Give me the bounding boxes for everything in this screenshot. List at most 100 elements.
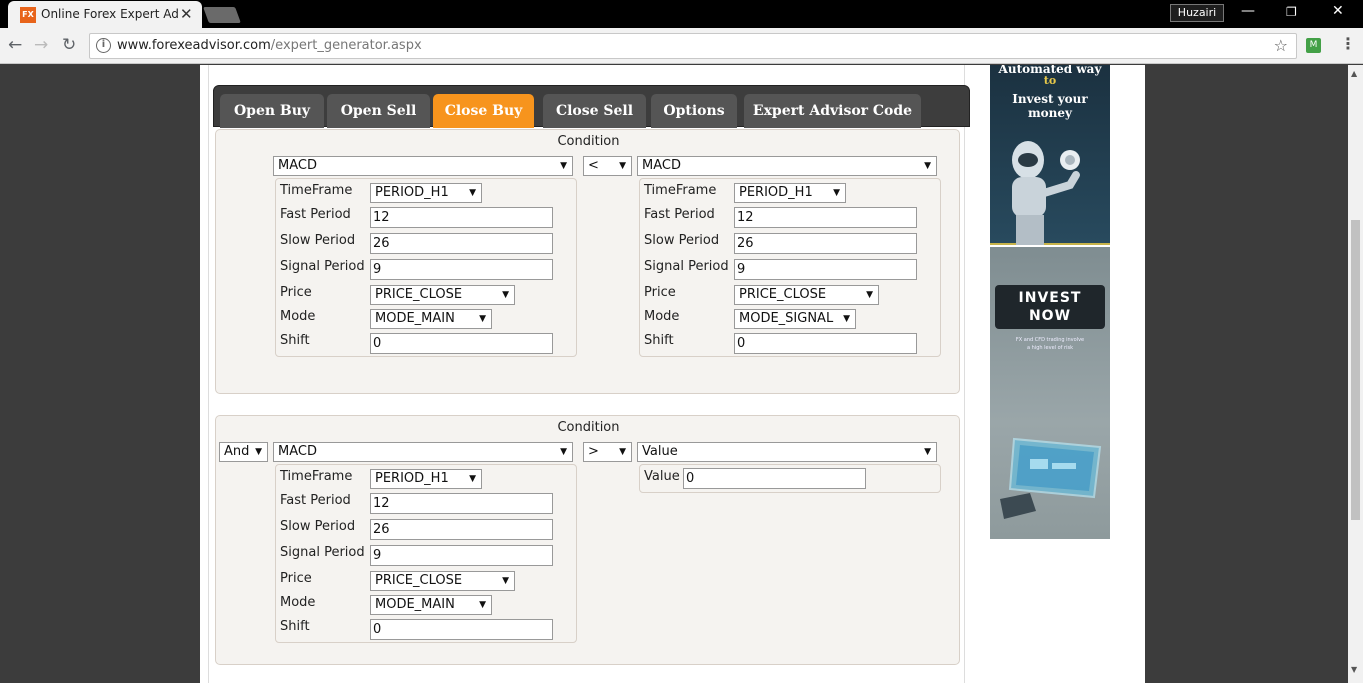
signal-period-input[interactable]: 9 bbox=[370, 545, 553, 566]
fast-period-input[interactable]: 12 bbox=[734, 207, 917, 228]
condition-panel-1: Condition MACD ▼ < ▼ MACD ▼ TimeFrame PERIO… bbox=[215, 129, 960, 394]
timeframe-select[interactable]: PERIOD_H1 ▼ bbox=[370, 469, 482, 489]
page-content: Open Buy Open Sell Close Buy Close Sell … bbox=[200, 65, 1145, 683]
scroll-down-icon[interactable]: ▼ bbox=[1351, 665, 1357, 674]
new-tab-button[interactable] bbox=[203, 7, 241, 23]
browser-title-bar: FX Online Forex Expert Advi ✕ Huzairi — … bbox=[0, 0, 1363, 28]
signal-period-label: Signal Period bbox=[644, 259, 729, 274]
shift-input[interactable]: 0 bbox=[734, 333, 917, 354]
forward-icon[interactable]: → bbox=[34, 35, 48, 55]
price-select[interactable]: PRICE_CLOSE ▼ bbox=[734, 285, 879, 305]
tab-options[interactable]: Options bbox=[651, 94, 737, 128]
robot-icon bbox=[1012, 141, 1080, 245]
invest-now-button[interactable]: INVEST NOW bbox=[995, 285, 1105, 329]
right-indicator-select[interactable]: MACD ▼ bbox=[637, 156, 937, 176]
right-value-box: Value 0 bbox=[639, 464, 941, 493]
profile-button[interactable]: Huzairi bbox=[1170, 4, 1224, 22]
signal-period-label: Signal Period bbox=[280, 259, 365, 274]
timeframe-select[interactable]: PERIOD_H1 ▼ bbox=[734, 183, 846, 203]
favicon-icon: FX bbox=[20, 7, 36, 23]
condition-title: Condition bbox=[557, 420, 620, 435]
logic-select[interactable]: And ▼ bbox=[219, 442, 268, 462]
timeframe-label: TimeFrame bbox=[280, 469, 353, 484]
reload-icon[interactable]: ↻ bbox=[62, 35, 76, 55]
slow-period-label: Slow Period bbox=[644, 233, 720, 248]
mode-label: Mode bbox=[644, 309, 680, 324]
ad-banner-bottom[interactable]: INVEST NOW FX and CFD trading involve a hi… bbox=[990, 247, 1110, 539]
price-select[interactable]: PRICE_CLOSE ▼ bbox=[370, 285, 515, 305]
shift-label: Shift bbox=[280, 333, 310, 348]
slow-period-input[interactable]: 26 bbox=[370, 519, 553, 540]
left-indicator-select[interactable]: MACD ▼ bbox=[273, 156, 573, 176]
slow-period-input[interactable]: 26 bbox=[370, 233, 553, 254]
operator-select[interactable]: > ▼ bbox=[583, 442, 632, 462]
sidebar-ad[interactable]: Automated way to Invest your money INVES… bbox=[990, 65, 1110, 539]
shift-label: Shift bbox=[280, 619, 310, 634]
scroll-up-icon[interactable]: ▲ bbox=[1351, 69, 1357, 78]
right-indicator-select[interactable]: Value ▼ bbox=[637, 442, 937, 462]
fast-period-label: Fast Period bbox=[280, 493, 351, 508]
close-window-icon[interactable]: ✕ bbox=[1332, 3, 1344, 19]
tab-expert-advisor-code[interactable]: Expert Advisor Code bbox=[744, 94, 921, 128]
tab-close-icon[interactable]: ✕ bbox=[180, 5, 193, 23]
mode-select[interactable]: MODE_MAIN ▼ bbox=[370, 309, 492, 329]
timeframe-label: TimeFrame bbox=[644, 183, 717, 198]
generator-tabs: Open Buy Open Sell Close Buy Close Sell … bbox=[213, 85, 970, 128]
left-indicator-select[interactable]: MACD ▼ bbox=[273, 442, 573, 462]
scrollbar-thumb[interactable] bbox=[1351, 220, 1360, 520]
browser-tab[interactable]: FX Online Forex Expert Advi ✕ bbox=[8, 1, 202, 28]
signal-period-input[interactable]: 9 bbox=[370, 259, 553, 280]
fast-period-label: Fast Period bbox=[644, 207, 715, 222]
fast-period-input[interactable]: 12 bbox=[370, 207, 553, 228]
menu-icon[interactable]: ⋮ bbox=[1340, 34, 1356, 53]
signal-period-label: Signal Period bbox=[280, 545, 365, 560]
shift-input[interactable]: 0 bbox=[370, 619, 553, 640]
tab-open-buy[interactable]: Open Buy bbox=[220, 94, 324, 128]
mode-select[interactable]: MODE_SIGNAL ▼ bbox=[734, 309, 856, 329]
tab-close-sell[interactable]: Close Sell bbox=[543, 94, 646, 128]
minimize-icon[interactable]: — bbox=[1241, 3, 1255, 19]
slow-period-input[interactable]: 26 bbox=[734, 233, 917, 254]
shift-input[interactable]: 0 bbox=[370, 333, 553, 354]
mode-label: Mode bbox=[280, 595, 316, 610]
ad-disclaimer: FX and CFD trading involve a high level o… bbox=[1015, 337, 1085, 351]
address-bar[interactable]: i www.forexeadvisor.com/expert_generator… bbox=[89, 33, 1297, 59]
operator-select[interactable]: < ▼ bbox=[583, 156, 632, 176]
expert-generator: Open Buy Open Sell Close Buy Close Sell … bbox=[208, 65, 970, 683]
slow-period-label: Slow Period bbox=[280, 233, 356, 248]
tab-title: Online Forex Expert Advi bbox=[41, 7, 179, 21]
bookmark-star-icon[interactable]: ☆ bbox=[1274, 36, 1288, 55]
price-label: Price bbox=[644, 285, 676, 300]
price-select[interactable]: PRICE_CLOSE ▼ bbox=[370, 571, 515, 591]
back-icon[interactable]: ← bbox=[8, 35, 22, 55]
restore-icon[interactable]: ❐ bbox=[1286, 5, 1297, 19]
browser-toolbar: ← → ↻ i www.forexeadvisor.com/expert_gen… bbox=[0, 28, 1363, 64]
right-params-box: TimeFrame PERIOD_H1 ▼ Fast Period 12 Slow… bbox=[639, 178, 941, 357]
tablet-icon bbox=[1000, 437, 1102, 519]
timeframe-select[interactable]: PERIOD_H1 ▼ bbox=[370, 183, 482, 203]
mode-select[interactable]: MODE_MAIN ▼ bbox=[370, 595, 492, 615]
timeframe-label: TimeFrame bbox=[280, 183, 353, 198]
left-params-box: TimeFrame PERIOD_H1 ▼ Fast Period 12 Slow… bbox=[275, 178, 577, 357]
condition-panel-2: Condition And ▼ MACD ▼ > ▼ Value ▼ TimeFrame… bbox=[215, 415, 960, 665]
page-scrollbar[interactable]: ▲ ▼ bbox=[1348, 65, 1363, 683]
price-label: Price bbox=[280, 571, 312, 586]
condition-title: Condition bbox=[557, 134, 620, 149]
fast-period-label: Fast Period bbox=[280, 207, 351, 222]
ad-banner-top[interactable]: Automated way to Invest your money bbox=[990, 65, 1110, 245]
page-viewport: Open Buy Open Sell Close Buy Close Sell … bbox=[0, 65, 1348, 683]
value-label: Value bbox=[644, 469, 680, 484]
fast-period-input[interactable]: 12 bbox=[370, 493, 553, 514]
url-text: www.forexeadvisor.com/expert_generator.a… bbox=[117, 38, 422, 53]
left-params-box: TimeFrame PERIOD_H1 ▼ Fast Period 12 Slow… bbox=[275, 464, 577, 643]
tab-close-buy[interactable]: Close Buy bbox=[433, 94, 534, 128]
extension-icon[interactable]: M bbox=[1306, 38, 1321, 53]
signal-period-input[interactable]: 9 bbox=[734, 259, 917, 280]
mode-label: Mode bbox=[280, 309, 316, 324]
value-input[interactable]: 0 bbox=[683, 468, 866, 489]
shift-label: Shift bbox=[644, 333, 674, 348]
tab-open-sell[interactable]: Open Sell bbox=[327, 94, 430, 128]
price-label: Price bbox=[280, 285, 312, 300]
slow-period-label: Slow Period bbox=[280, 519, 356, 534]
site-info-icon[interactable]: i bbox=[96, 38, 111, 53]
